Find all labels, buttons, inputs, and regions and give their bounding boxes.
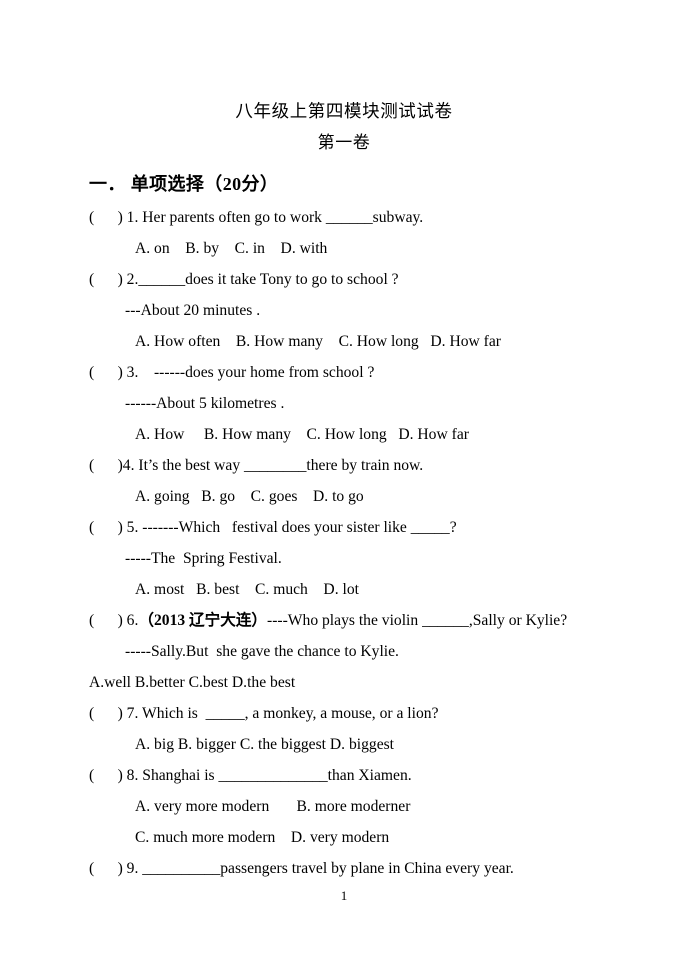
question-answer-line: -----The Spring Festival. [125,550,282,567]
question-stem: ( ) 1. Her parents often go to work ____… [89,209,424,226]
question-answer-line: ---About 20 minutes . [125,302,261,319]
page-number: 1 [340,888,348,903]
question-item: ( ) 2.______does it take Tony to go to s… [89,264,664,357]
question-item: ( ) 5. -------Which festival does your s… [89,512,664,605]
question-stem: ( )4. It’s the best way ________there by… [89,457,424,474]
question-options[interactable]: A. How often B. How many C. How long D. … [89,326,664,357]
question-stem: ( ) 3. ------does your home from school … [89,364,375,381]
question-options[interactable]: A. going B. go C. goes D. to go [89,481,664,512]
section-heading-multiple-choice: 一． 单项选择（20分） [89,174,279,194]
question-options[interactable]: A. very more modern B. more moderner [89,791,664,822]
question-stem: ( ) 5. -------Which festival does your s… [89,519,457,536]
question-options[interactable]: A. most B. best C. much D. lot [89,574,664,605]
question-options[interactable]: A. big B. bigger C. the biggest D. bigge… [89,729,664,760]
exam-page: 八年级上第四模块测试试卷 第一卷 一． 单项选择（20分） ( ) 1. Her… [0,0,688,971]
page-subtitle: 第一卷 [317,133,371,152]
question-stem: ( ) 7. Which is _____, a monkey, a mouse… [89,705,439,722]
question-options[interactable]: A.well B.better C.best D.the best [89,667,664,698]
question-options[interactable]: A. How B. How many C. How long D. How fa… [89,419,664,450]
exam-content: 一． 单项选择（20分） ( ) 1. Her parents often go… [0,168,688,884]
question-item: ( ) 3. ------does your home from school … [89,357,664,450]
question-item: ( ) 8. Shanghai is ______________than Xi… [89,760,664,853]
question-stem: ( ) 6.（2013 辽宁大连）----Who plays the violi… [89,605,664,636]
question-item: ( )4. It’s the best way ________there by… [89,450,664,512]
question-item: ( ) 6.（2013 辽宁大连）----Who plays the violi… [89,605,664,698]
question-stem: ( ) 2.______does it take Tony to go to s… [89,271,399,288]
question-stem: ( ) 8. Shanghai is ______________than Xi… [89,767,412,784]
question-list: ( ) 1. Her parents often go to work ____… [89,202,664,884]
question-source-tag: （2013 辽宁大连） [138,612,268,629]
page-title: 八年级上第四模块测试试卷 [235,101,453,121]
question-options[interactable]: A. on B. by C. in D. with [89,233,664,264]
question-item: ( ) 1. Her parents often go to work ____… [89,202,664,264]
question-options[interactable]: C. much more modern D. very modern [89,822,664,853]
question-answer-line: ------About 5 kilometres . [125,395,285,412]
question-answer-line: -----Sally.But she gave the chance to Ky… [125,643,399,660]
question-stem-suffix: ----Who plays the violin ______,Sally or… [267,612,568,629]
question-stem: ( ) 9. __________passengers travel by pl… [89,860,514,877]
question-stem-prefix: ( ) 6. [89,612,139,629]
title-block: 八年级上第四模块测试试卷 第一卷 [0,0,688,158]
question-item: ( ) 9. __________passengers travel by pl… [89,853,664,884]
question-item: ( ) 7. Which is _____, a monkey, a mouse… [89,698,664,760]
